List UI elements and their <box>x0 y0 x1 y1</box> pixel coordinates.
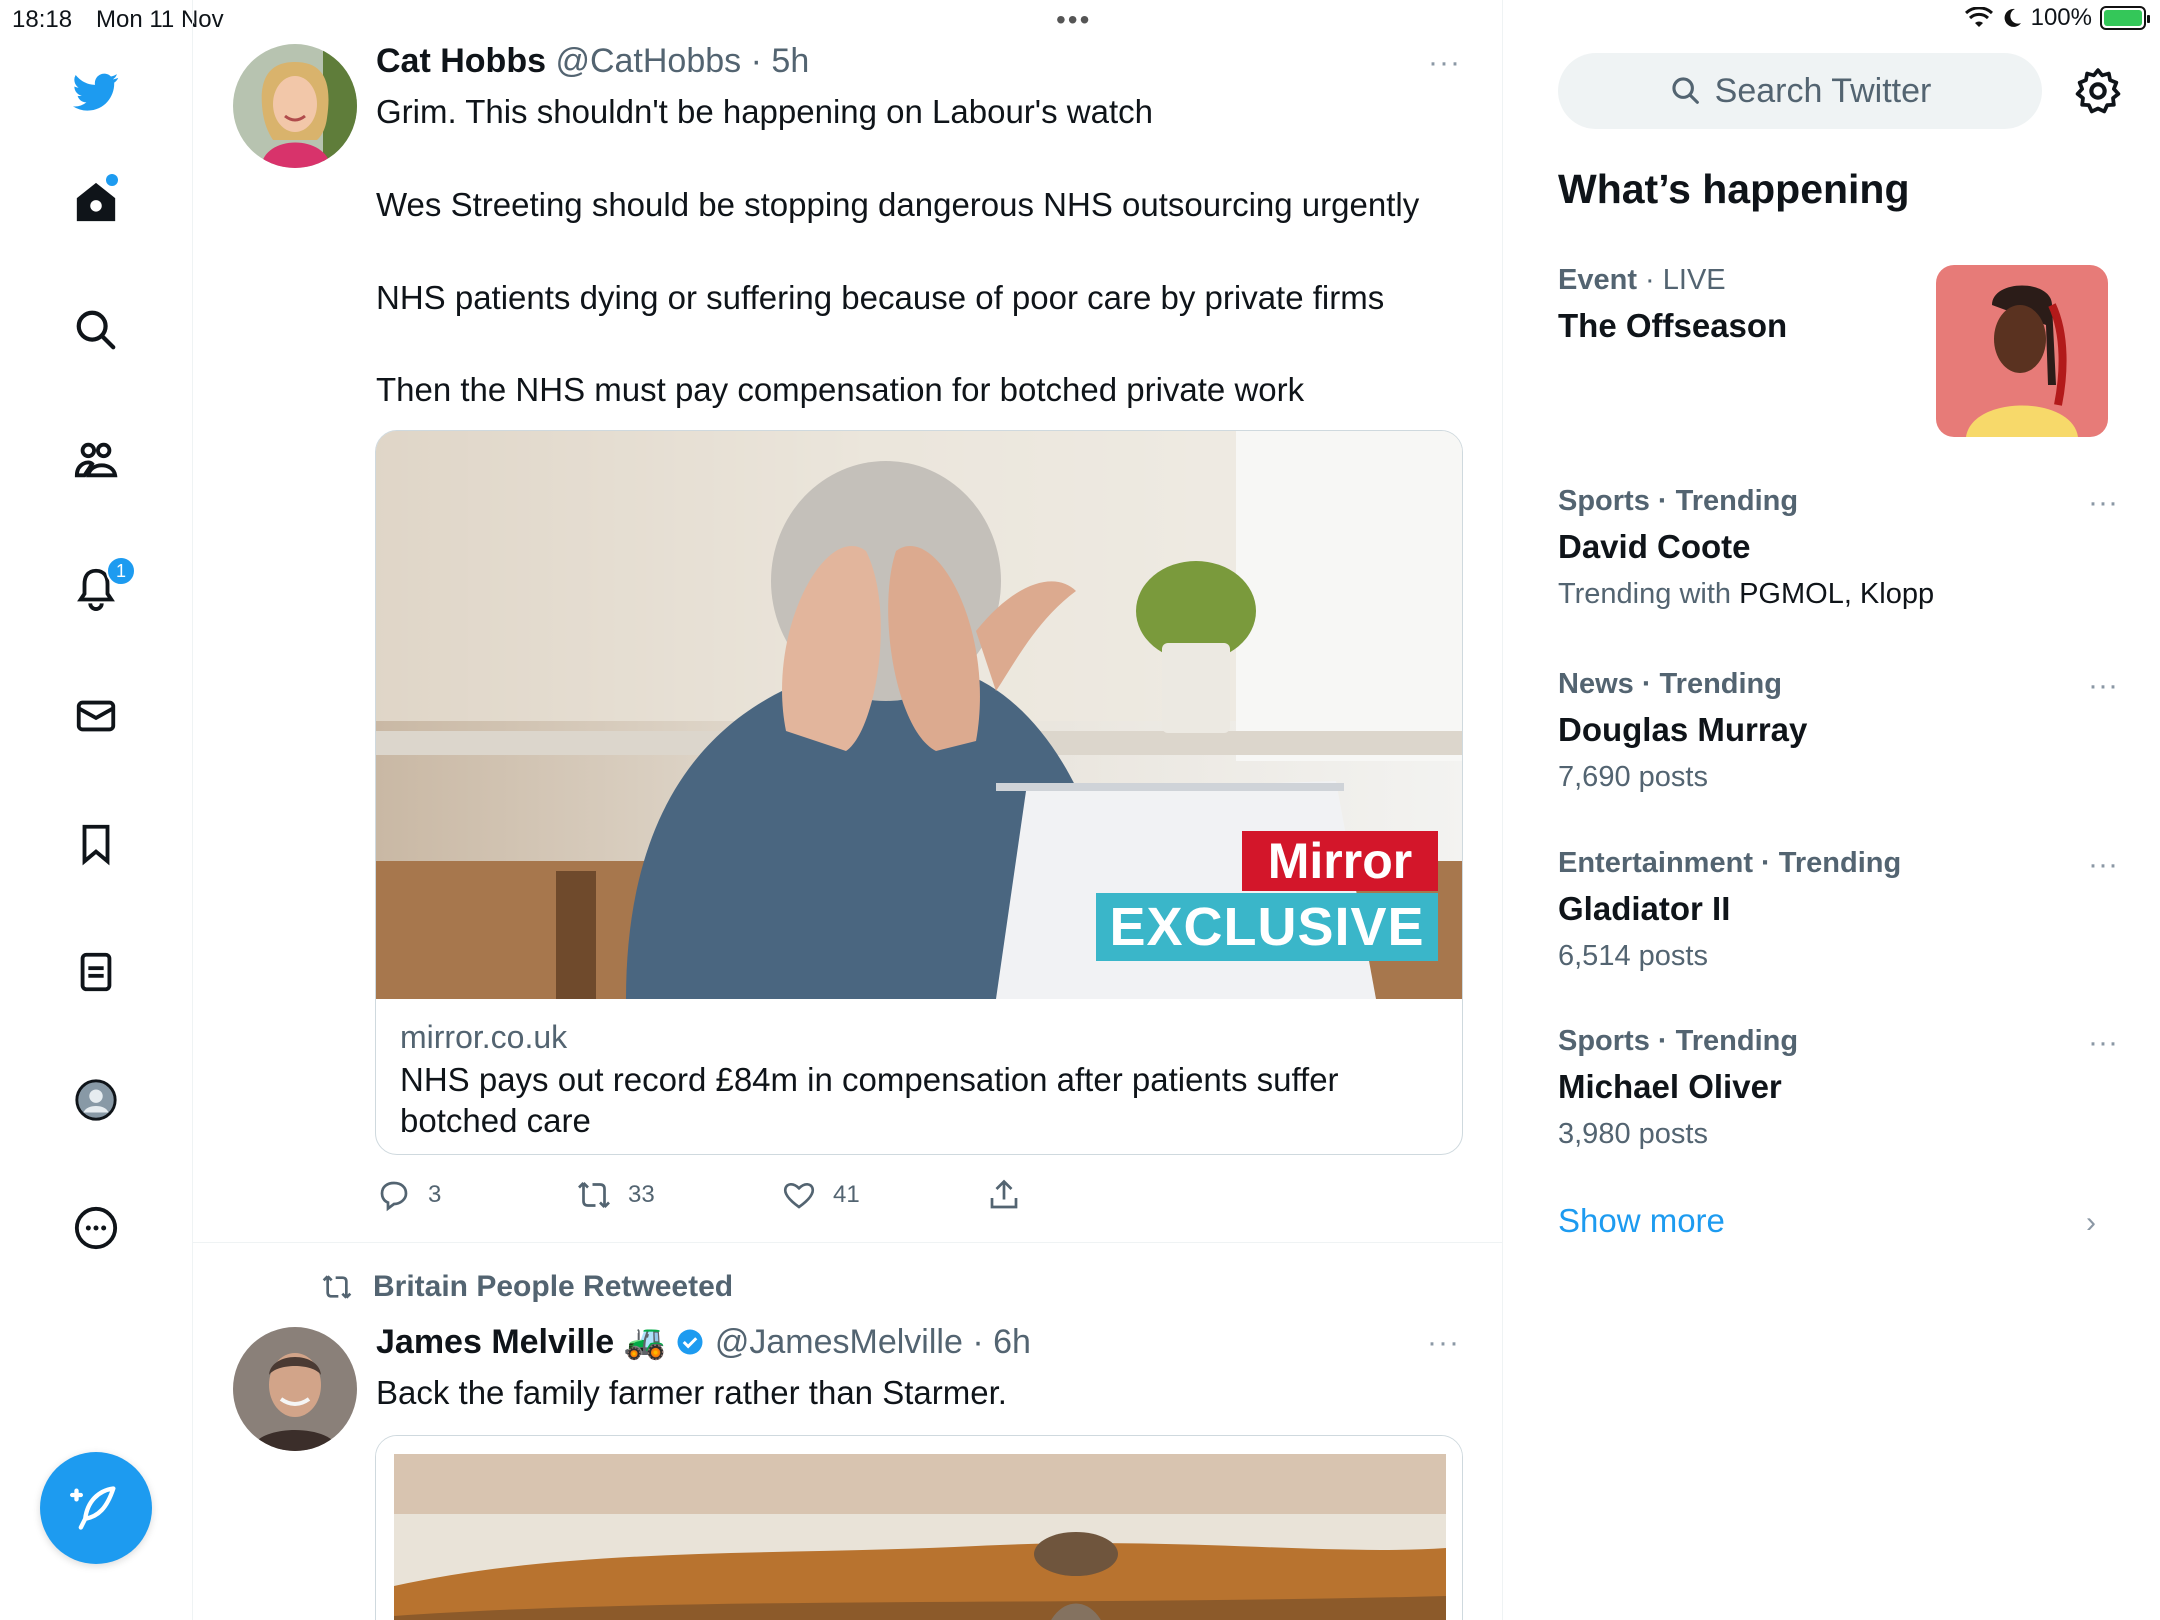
trend-category: Event <box>1558 264 1637 296</box>
trend-more-icon[interactable]: ··· <box>2088 669 2118 703</box>
like-button[interactable]: 41 <box>781 1177 986 1213</box>
trend-sub: 3,980 posts <box>1558 1118 1708 1150</box>
timeline-feed: Cat Hobbs @CatHobbs · 5h ··· Grim. This … <box>193 0 1503 1620</box>
trend-category: Entertainment <box>1558 847 1753 879</box>
author-handle[interactable]: @JamesMelville <box>715 1323 963 1361</box>
retweet-icon <box>322 1275 352 1299</box>
verified-badge-icon <box>677 1329 703 1355</box>
compose-feather-icon <box>70 1486 116 1530</box>
separator: · <box>972 1323 984 1361</box>
trend-title: Douglas Murray <box>1558 711 1808 748</box>
trend-item[interactable]: Entertainment · Trending Gladiator II 6,… <box>1558 847 2118 973</box>
tweet-text: Back the family farmer rather than Starm… <box>376 1374 1007 1411</box>
trend-status: LIVE <box>1662 264 1726 296</box>
search-icon <box>1672 77 1699 104</box>
twitter-logo-icon[interactable] <box>66 62 126 122</box>
communities-icon[interactable] <box>66 430 126 490</box>
tweet-time[interactable]: 6h <box>993 1323 1031 1361</box>
more-options-icon[interactable] <box>66 1198 126 1258</box>
mirror-logo-text: Mirror <box>1267 833 1413 889</box>
trend-item[interactable]: Sports · Trending Michael Oliver 3,980 p… <box>1558 1025 2118 1151</box>
tweet-header: Cat Hobbs @CatHobbs · 5h <box>376 42 809 81</box>
right-sidebar: Search Twitter What’s happening Event · … <box>1503 0 2160 1620</box>
trend-more-icon[interactable]: ··· <box>2088 486 2118 520</box>
tweet-more-icon[interactable]: ··· <box>1428 46 1461 80</box>
tweet[interactable]: Cat Hobbs @CatHobbs · 5h ··· Grim. This … <box>193 0 1503 1243</box>
retweet-icon <box>578 1182 610 1208</box>
trend-category: News <box>1558 668 1634 700</box>
share-icon <box>990 1179 1018 1209</box>
whats-happening-title: What’s happening <box>1558 166 1910 212</box>
search-placeholder: Search Twitter <box>1714 71 1932 110</box>
chevron-right-icon[interactable]: › <box>2086 1206 2096 1240</box>
trend-status: Trending <box>1778 847 1902 879</box>
link-card-image: Mirror EXCLUSIVE <box>376 431 1462 999</box>
link-card-domain: mirror.co.uk <box>400 1019 568 1055</box>
author-name[interactable]: Cat Hobbs <box>376 42 546 80</box>
lists-icon[interactable] <box>66 942 126 1002</box>
trend-sub: 7,690 posts <box>1558 761 1708 793</box>
tweet-media[interactable] <box>375 1435 1463 1620</box>
link-card-title: NHS pays out record £84m in compensation… <box>400 1061 1339 1139</box>
tweet-text-line: Wes Streeting should be stopping dangero… <box>376 186 1420 223</box>
settings-gear-icon[interactable] <box>2073 66 2123 116</box>
exclusive-label: EXCLUSIVE <box>1109 897 1425 957</box>
retweet-count: 33 <box>628 1181 655 1208</box>
event-thumbnail[interactable] <box>1936 265 2108 437</box>
author-handle[interactable]: @CatHobbs <box>555 42 741 80</box>
trend-item[interactable]: Sports · Trending David Coote Trending w… <box>1558 485 2118 611</box>
tweet-text-line: NHS patients dying or suffering because … <box>376 279 1385 316</box>
tweet-header: James Melville 🚜 @JamesMelville · 6h <box>376 1322 1031 1362</box>
messages-envelope-icon[interactable] <box>66 686 126 746</box>
home-unread-dot <box>106 174 118 186</box>
trend-sub: PGMOL, Klopp <box>1739 578 1935 610</box>
tweet-text-line: Grim. This shouldn't be happening on Lab… <box>376 93 1153 130</box>
tweet-text-line: Then the NHS must pay compensation for b… <box>376 371 1305 408</box>
search-input[interactable]: Search Twitter <box>1558 53 2042 129</box>
notifications-badge: 1 <box>106 556 136 586</box>
tweet-more-icon[interactable]: ··· <box>1427 1326 1460 1360</box>
trend-title: Michael Oliver <box>1558 1068 1782 1105</box>
show-more-link[interactable]: Show more <box>1558 1202 1725 1240</box>
like-count: 41 <box>833 1181 860 1208</box>
trend-sub: 6,514 posts <box>1558 940 1708 972</box>
trend-category: Sports <box>1558 1025 1650 1057</box>
separator: · <box>750 42 762 80</box>
sidebar-nav: 1 <box>0 0 193 1620</box>
retweeted-by-line: Britain People Retweeted <box>317 1270 733 1304</box>
compose-tweet-button[interactable] <box>40 1452 152 1564</box>
tractor-emoji: 🚜 <box>623 1323 666 1361</box>
share-button[interactable] <box>986 1177 1046 1213</box>
trend-more-icon[interactable]: ··· <box>2088 848 2118 882</box>
trend-status: Trending <box>1675 1025 1799 1057</box>
author-name[interactable]: James Melville <box>376 1323 614 1361</box>
heart-icon <box>783 1182 815 1209</box>
trend-title: Gladiator II <box>1558 890 1731 927</box>
reply-button[interactable]: 3 <box>376 1177 576 1213</box>
tweet-actions: 3 33 41 <box>376 1170 1046 1220</box>
trend-status: Trending <box>1659 668 1782 700</box>
profile-avatar-icon[interactable] <box>66 1070 126 1130</box>
trend-title: David Coote <box>1558 528 1751 565</box>
trend-sub-prefix: Trending with <box>1558 578 1732 610</box>
trend-more-icon[interactable]: ··· <box>2088 1026 2118 1060</box>
search-icon[interactable] <box>66 300 126 360</box>
reply-icon <box>380 1181 408 1212</box>
bookmarks-icon[interactable] <box>66 814 126 874</box>
avatar[interactable] <box>233 44 357 168</box>
tweet-time[interactable]: 5h <box>771 42 809 80</box>
avatar[interactable] <box>233 1327 357 1451</box>
retweet-button[interactable]: 33 <box>576 1177 781 1213</box>
reply-count: 3 <box>428 1181 442 1208</box>
retweeted-by-text[interactable]: Britain People Retweeted <box>373 1270 733 1304</box>
trend-category: Sports <box>1558 485 1650 517</box>
trend-item[interactable]: News · Trending Douglas Murray 7,690 pos… <box>1558 668 2118 794</box>
trend-status: Trending <box>1675 485 1799 517</box>
link-card[interactable]: Mirror EXCLUSIVE mirror.co.uk NHS pays o… <box>375 430 1463 1155</box>
